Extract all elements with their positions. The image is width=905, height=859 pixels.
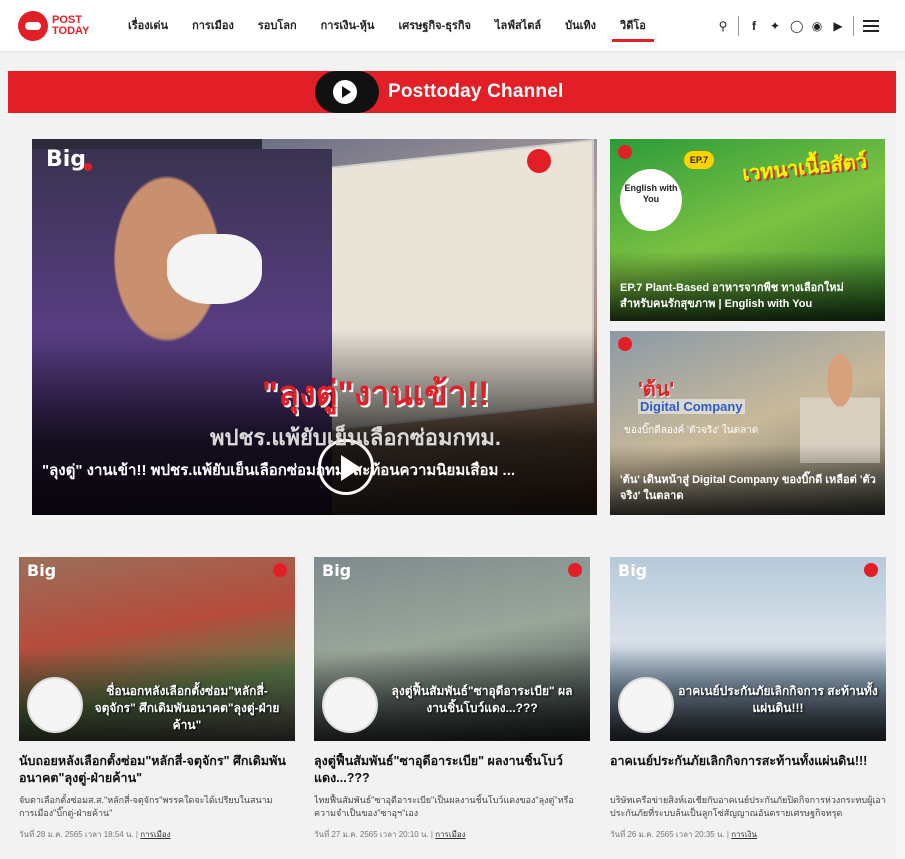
article-summary: จับตาเลือกตั้งซ่อมส.ส."หลักสี่-จตุจักร"พ…: [19, 795, 273, 818]
guest-avatar-circle: [618, 677, 674, 733]
article-category-link[interactable]: การเมือง: [435, 830, 465, 839]
big-logo: Big: [618, 561, 648, 580]
article-thumbnail[interactable]: Big ชื่อนอกหลังเลือกตั้งซ่อม"หลักสี่-จตุ…: [19, 557, 295, 741]
posttoday-badge-icon: [527, 149, 551, 173]
facebook-icon[interactable]: f: [748, 19, 760, 33]
divider: [853, 16, 854, 36]
play-icon: [333, 80, 357, 104]
guest-avatar-circle: [322, 677, 378, 733]
article-meta: วันที่ 28 ม.ค. 2565 เวลา 18:54 น. | การเ…: [19, 830, 171, 839]
face-mask-image: [167, 234, 262, 304]
nav-item-economy[interactable]: เศรษฐกิจ-ธุรกิจ: [386, 0, 482, 52]
nav-item-world[interactable]: รอบโลก: [246, 0, 309, 52]
hero-caption[interactable]: "ลุงตู่" งานเข้า!! พปชร.แพ้ยับเย็นเลือกซ…: [42, 461, 577, 501]
divider: [738, 16, 739, 36]
nav-item-lifestyle[interactable]: ไลฟ์สไตล์: [483, 0, 553, 52]
main-nav: เรื่องเด่น การเมือง รอบโลก การเงิน-หุ้น …: [122, 0, 658, 52]
page-edge: [896, 60, 905, 859]
big-logo: Big: [27, 561, 57, 580]
nav-item-entertainment[interactable]: บันเทิง: [553, 0, 608, 52]
thumbnail-overlay-text: ชื่อนอกหลังเลือกตั้งซ่อม"หลักสี่-จตุจักร…: [94, 684, 280, 732]
nav-item-politics[interactable]: การเมือง: [180, 0, 246, 52]
twitter-icon[interactable]: ✦: [769, 19, 781, 33]
search-icon[interactable]: ⚲: [717, 19, 729, 33]
posttoday-logo[interactable]: POST TODAY: [18, 9, 104, 43]
english-with-you-badge: English with You: [620, 169, 682, 231]
article-card-1[interactable]: Big ชื่อนอกหลังเลือกตั้งซ่อม"หลักสี่-จตุ…: [19, 557, 295, 841]
article-category-link[interactable]: การเงิน: [731, 830, 757, 839]
guest-avatar-circle: [27, 677, 83, 733]
posttoday-badge-icon: [618, 145, 632, 159]
card-art-title: เวทนาเนื้อสัตว์: [741, 150, 869, 186]
line-icon[interactable]: ◉: [811, 19, 823, 33]
article-date: วันที่ 27 ม.ค. 2565 เวลา 20:10 น.: [314, 830, 429, 839]
instagram-icon[interactable]: ◯: [790, 19, 803, 33]
channel-title: Posttoday Channel: [388, 81, 564, 102]
article-date: วันที่ 26 ม.ค. 2565 เวลา 20:35 น.: [610, 830, 725, 839]
article-meta: วันที่ 26 ม.ค. 2565 เวลา 20:35 น. | การเ…: [610, 830, 757, 839]
big-logo-dot: [84, 163, 92, 171]
article-summary: ไทยฟื้นสัมพันธ์"ซาอุดีอาระเบีย"เป็นผลงาน…: [314, 795, 574, 818]
side-card-caption[interactable]: 'ต้น' เดินหน้าสู่ Digital Company ของบิ๊…: [620, 472, 878, 504]
thumbnail-overlay-text: ลุงตู่ฟื้นสัมพันธ์"ซาอุดีอาระเบีย" ผลงาน…: [391, 684, 573, 715]
top-navigation-bar: POST TODAY เรื่องเด่น การเมือง รอบโลก กา…: [0, 0, 905, 52]
card-art-subtitle: Digital Company: [638, 399, 745, 414]
article-title[interactable]: นับถอยหลังเลือกตั้งซ่อม"หลักสี่-จตุจักร"…: [19, 753, 295, 787]
hero-overlay-subtitle: พปชร.แพ้ยับเย็นเลือกซ่อมกทม.: [210, 425, 501, 450]
menu-icon[interactable]: [863, 20, 879, 32]
article-summary: บริษัทเครือข่ายสิงห์เอเชียกับอาคเนย์ประก…: [610, 795, 886, 818]
nav-item-video[interactable]: วิดีโอ: [608, 0, 658, 52]
channel-banner: Posttoday Channel: [8, 71, 897, 113]
hero-video[interactable]: Big: [32, 139, 597, 515]
side-video-card-1[interactable]: English with You EP.7 เวทนาเนื้อสัตว์ EP…: [610, 139, 885, 321]
side-video-card-2[interactable]: 'ต้น' Digital Company ของบิ๊กดีลองค์ 'ตั…: [610, 331, 885, 515]
logo-line-2: TODAY: [52, 25, 90, 37]
header-tools: ⚲ f ✦ ◯ ◉ ▶: [717, 0, 879, 52]
big-logo: Big: [46, 147, 87, 172]
posttoday-badge-icon: [618, 337, 632, 351]
article-thumbnail[interactable]: Big อาคเนย์ประกันภัยเลิกกิจการ สะท้านทั้…: [610, 557, 886, 741]
hero-overlay-title: "ลุงตู่"งานเข้า!!: [262, 375, 490, 413]
card-art-line: ของบิ๊กดีลองค์ 'ตัวจริง' ในตลาด: [624, 425, 759, 436]
logo-wordmark: POST TODAY: [52, 15, 89, 37]
nav-item-finance[interactable]: การเงิน-หุ้น: [309, 0, 387, 52]
article-card-3[interactable]: Big อาคเนย์ประกันภัยเลิกกิจการ สะท้านทั้…: [610, 557, 886, 841]
posttoday-badge-icon: [273, 563, 287, 577]
posttoday-badge-icon: [568, 563, 582, 577]
logo-mark-icon: [18, 11, 48, 41]
article-title[interactable]: อาคเนย์ประกันภัยเลิกกิจการสะท้านทั้งแผ่น…: [610, 753, 886, 787]
article-category-link[interactable]: การเมือง: [140, 830, 170, 839]
article-card-2[interactable]: Big ลุงตู่ฟื้นสัมพันธ์"ซาอุดีอาระเบีย" ผ…: [314, 557, 590, 841]
nav-item-featured[interactable]: เรื่องเด่น: [122, 0, 180, 52]
big-logo: Big: [322, 561, 352, 580]
thumbnail-overlay-text: อาคเนย์ประกันภัยเลิกกิจการ สะท้านทั้งแผ่…: [678, 684, 878, 715]
side-card-caption[interactable]: EP.7 Plant-Based อาหารจากพืช ทางเลือกใหม…: [620, 280, 878, 312]
youtube-icon[interactable]: ▶: [832, 19, 844, 33]
article-thumbnail[interactable]: Big ลุงตู่ฟื้นสัมพันธ์"ซาอุดีอาระเบีย" ผ…: [314, 557, 590, 741]
article-meta: วันที่ 27 ม.ค. 2565 เวลา 20:10 น. | การเ…: [314, 830, 466, 839]
posttoday-badge-icon: [864, 563, 878, 577]
article-title[interactable]: ลุงตู่ฟื้นสัมพันธ์"ซาอุดีอาระเบีย" ผลงาน…: [314, 753, 590, 787]
article-date: วันที่ 28 ม.ค. 2565 เวลา 18:54 น.: [19, 830, 134, 839]
episode-badge: EP.7: [684, 151, 714, 169]
